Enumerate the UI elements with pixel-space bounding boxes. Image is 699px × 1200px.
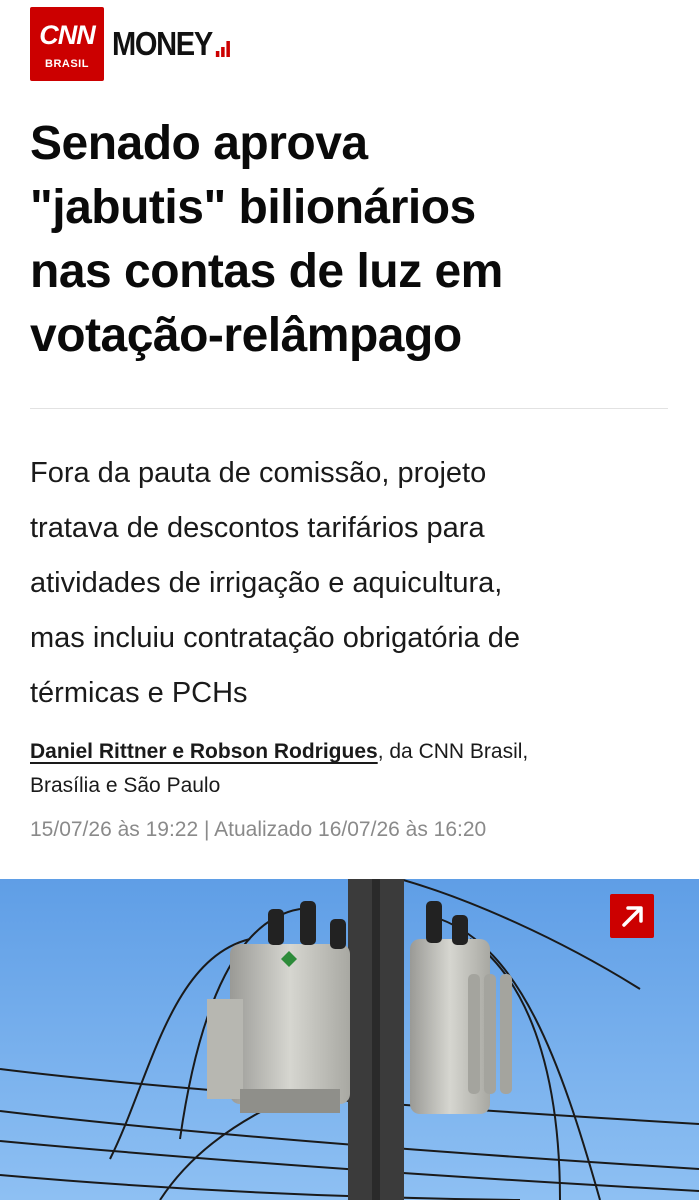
summary-line: térmicas e PCHs: [30, 677, 248, 709]
author-affiliation: , da CNN Brasil,: [377, 740, 529, 763]
site-header: CNN BRASIL MONEY: [30, 7, 248, 81]
date-separator: |: [204, 818, 210, 841]
author-link[interactable]: Daniel Rittner e Robson Rodrigues: [30, 740, 378, 763]
logo-cnn-text: CNN: [39, 20, 96, 50]
section-name: MONEY: [112, 25, 213, 62]
headline-line: nas contas de luz em: [30, 245, 503, 298]
byline: Daniel Rittner e Robson Rodrigues, da CN…: [30, 735, 670, 803]
bar-chart-icon: [215, 41, 231, 57]
headline-line: Senado aprova: [30, 117, 368, 170]
summary-line: mas incluiu contratação obrigatória de: [30, 622, 521, 654]
summary-line: tratava de descontos tarifários para: [30, 512, 485, 544]
section-logo-money[interactable]: MONEY: [112, 25, 231, 63]
summary-line: Fora da pauta de comissão, projeto: [30, 457, 487, 489]
article-photo[interactable]: [0, 879, 699, 1200]
byline-location: Brasília e São Paulo: [30, 774, 221, 797]
article-summary: Fora da pauta de comissão, projeto trata…: [30, 446, 670, 721]
summary-line: atividades de irrigação e aquicultura,: [30, 567, 503, 599]
expand-arrow-icon: [622, 906, 643, 927]
utility-pole-transformer-image: [0, 879, 699, 1200]
divider: [30, 408, 668, 409]
headline-line: "jabutis" bilionários: [30, 181, 476, 234]
headline-line: votação-relâmpago: [30, 309, 462, 362]
expand-image-button[interactable]: [610, 894, 654, 938]
updated-date: Atualizado 16/07/26 às 16:20: [214, 818, 487, 841]
logo-brasil-text: BRASIL: [45, 58, 89, 70]
article-dates: 15/07/26 às 19:22 | Atualizado 16/07/26 …: [30, 814, 486, 846]
article-headline: Senado aprova "jabutis" bilionários nas …: [30, 112, 670, 368]
cnn-brasil-logo[interactable]: CNN BRASIL: [30, 7, 104, 81]
published-date: 15/07/26 às 19:22: [30, 818, 199, 841]
